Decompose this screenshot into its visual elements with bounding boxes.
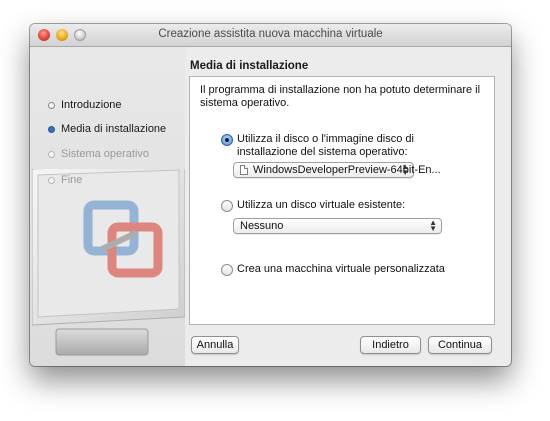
continue-button[interactable]: Continua (428, 336, 492, 354)
step-media-di-installazione: Media di installazione (48, 123, 166, 135)
disk-image-select[interactable]: WindowsDeveloperPreview-64bit-En... ▲ ▼ (233, 162, 441, 178)
step-label: Sistema operativo (61, 148, 150, 160)
step-bullet-icon (48, 176, 55, 184)
steps-sidebar: Introduzione Media di installazione Sist… (30, 47, 185, 366)
back-button[interactable]: Indietro (360, 336, 421, 354)
step-label: Fine (61, 174, 83, 186)
content-panel: Il programma di installazione non ha pot… (189, 76, 495, 325)
option-label: Utilizza un disco virtuale esistente: (237, 199, 406, 211)
document-icon (240, 165, 248, 175)
assistant-window: Creazione assistita nuova macchina virtu… (30, 24, 511, 366)
option-install-disc[interactable]: Utilizza il disco o l'immagine disco di … (221, 133, 472, 159)
radio-existing-disk[interactable] (221, 200, 233, 212)
step-fine: Fine (48, 174, 82, 186)
page-title: Media di installazione (190, 60, 309, 72)
step-introduzione: Introduzione (48, 99, 122, 111)
virtual-disk-select[interactable]: Nessuno ▲ ▼ (233, 218, 442, 234)
step-label: Introduzione (61, 99, 122, 111)
option-custom-vm[interactable]: Crea una macchina virtuale personalizzat… (221, 263, 472, 276)
step-label: Media di installazione (61, 123, 167, 135)
radio-install-disc[interactable] (221, 134, 233, 146)
window-title: Creazione assistita nuova macchina virtu… (158, 28, 383, 40)
option-label: Crea una macchina virtuale personalizzat… (237, 263, 445, 275)
cancel-button[interactable]: Annulla (191, 336, 239, 354)
description-text: Il programma di installazione non ha pot… (200, 84, 481, 109)
virtual-disk-select-value: Nessuno (240, 220, 284, 232)
up-down-arrows-icon: ▲ ▼ (429, 218, 437, 233)
step-bullet-icon (48, 150, 55, 158)
up-down-arrows-icon: ▲ ▼ (401, 162, 409, 177)
option-existing-disk[interactable]: Utilizza un disco virtuale esistente: (221, 199, 472, 212)
radio-custom-vm[interactable] (221, 264, 233, 276)
title-bar: Creazione assistita nuova macchina virtu… (30, 24, 511, 47)
vmware-monitor-illustration-icon (32, 169, 185, 356)
step-sistema-operativo: Sistema operativo (48, 148, 149, 160)
disk-image-select-value: WindowsDeveloperPreview-64bit-En... (253, 164, 441, 176)
step-bullet-icon (48, 101, 55, 109)
step-bullet-icon (48, 125, 55, 133)
option-label: Utilizza il disco o l'immagine disco di … (237, 133, 414, 158)
